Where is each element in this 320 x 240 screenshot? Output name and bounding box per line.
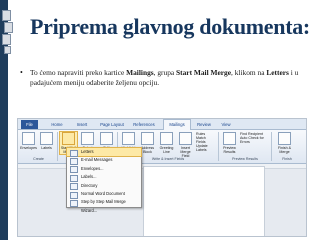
start-mail-merge-menu: Letters E-mail Messages Envelopes... Lab…	[66, 146, 142, 213]
tab-view[interactable]: View	[218, 120, 234, 129]
preview-results-button[interactable]: Preview Results	[221, 132, 238, 154]
menu-item-wizard[interactable]: Step by Step Mail Merge Wizard...	[67, 198, 141, 213]
menu-item-envelopes[interactable]: Envelopes...	[67, 165, 141, 174]
bullet-text-part: , klikom na	[231, 68, 267, 77]
labels-button[interactable]: Labels	[38, 132, 55, 150]
menu-item-label: Letters	[81, 149, 94, 154]
greeting-line-label: Greeting Line	[159, 146, 174, 154]
menu-item-email-messages[interactable]: E-mail Messages	[67, 156, 141, 165]
tab-review[interactable]: Review	[194, 120, 214, 129]
highlight-icon	[122, 132, 135, 145]
page-title: Priprema glavnog dokumenta:	[30, 14, 310, 39]
find-recipient-button[interactable]: Find Recipient Auto Check for Errors	[240, 132, 270, 144]
decorative-squares	[0, 10, 13, 54]
group-label-finish: Finish	[282, 157, 292, 161]
merge-field-icon	[179, 132, 192, 145]
tab-insert[interactable]: Insert	[73, 120, 91, 129]
greeting-line-button[interactable]: Greeting Line	[158, 132, 175, 154]
labels-icon	[40, 132, 53, 145]
update-labels-label: Update Labels	[196, 144, 208, 152]
tab-page-layout[interactable]: Page Layout	[98, 120, 126, 129]
tab-home[interactable]: Home	[48, 120, 66, 129]
envelopes-label: Envelopes	[20, 146, 37, 150]
finish-merge-button[interactable]: Finish & Merge	[276, 132, 293, 154]
menu-item-label: Envelopes...	[81, 165, 104, 171]
preview-icon	[223, 132, 236, 145]
ribbon-mailings: Envelopes Labels Start Mail Merge Select…	[18, 130, 306, 164]
address-block-label: Address Block	[140, 146, 155, 154]
insert-merge-field-button[interactable]: Insert Merge Field	[177, 132, 194, 158]
menu-item-letters[interactable]: Letters	[66, 146, 142, 158]
preview-results-label: Preview Results	[223, 146, 236, 154]
envelope-icon	[22, 132, 35, 145]
finish-merge-label: Finish & Merge	[278, 146, 291, 154]
tab-references[interactable]: References	[130, 120, 158, 129]
bullet-text-part: To ćemo napraviti preko kartice	[30, 68, 127, 77]
auto-check-label: Auto Check for Errors	[240, 136, 264, 144]
wizard-icon	[70, 199, 78, 207]
tab-mailings[interactable]: Mailings	[163, 119, 191, 130]
menu-item-labels[interactable]: Labels...	[67, 173, 141, 182]
menu-item-label: Labels...	[81, 174, 97, 180]
recipients-icon	[81, 132, 94, 145]
bullet-bold-start-mail-merge: Start Mail Merge	[176, 68, 232, 77]
tab-file[interactable]: File	[21, 120, 38, 129]
bullet-bold-mailings: Mailings	[126, 68, 154, 77]
menu-item-directory[interactable]: Directory	[67, 182, 141, 191]
group-label-create: Create	[33, 157, 44, 161]
document-area	[18, 164, 306, 236]
finish-merge-icon	[278, 132, 291, 145]
menu-item-label: E-mail Messages	[81, 157, 113, 163]
document-page[interactable]	[143, 166, 265, 236]
ribbon-tab-bar: File Home Insert Page Layout References …	[18, 119, 306, 130]
match-fields-label: Match Fields	[196, 136, 206, 144]
menu-item-label: Directory	[81, 182, 98, 188]
bullet-icon: •	[20, 68, 23, 77]
mail-merge-icon	[62, 132, 75, 145]
rules-button[interactable]: Rules Match Fields Update Labels	[196, 132, 216, 152]
edit-list-icon	[100, 132, 113, 145]
bullet-bold-letters: Letters	[266, 68, 289, 77]
bullet-text: • To ćemo napraviti preko kartice Mailin…	[20, 68, 312, 87]
group-label-preview: Preview Results	[232, 157, 258, 161]
greeting-icon	[160, 132, 173, 145]
bullet-text-part: , grupa	[153, 68, 177, 77]
address-block-icon	[141, 132, 154, 145]
labels-label: Labels	[41, 146, 52, 150]
menu-item-normal-word-document[interactable]: Normal Word Document	[67, 190, 141, 199]
word-ribbon-screenshot: File Home Insert Page Layout References …	[17, 118, 307, 237]
envelopes-button[interactable]: Envelopes	[20, 132, 37, 150]
menu-item-label: Normal Word Document	[81, 190, 125, 196]
